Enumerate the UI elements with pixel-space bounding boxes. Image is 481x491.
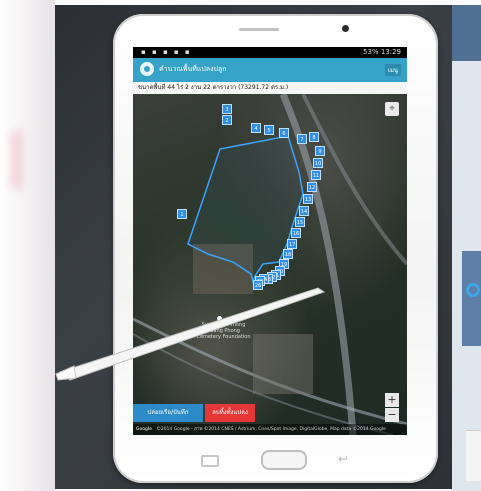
- vertex-marker[interactable]: 3: [222, 104, 232, 114]
- vertex-marker[interactable]: 13: [303, 194, 313, 204]
- menu-key-icon[interactable]: [201, 455, 219, 467]
- zoom-in-button[interactable]: +: [385, 393, 399, 407]
- clock: 13:29: [380, 48, 401, 56]
- attribution-text: ©2014 Google - ภาพ ©2014 CNES / Astrium,…: [156, 427, 386, 432]
- status-bar: ▪ ▪ ▪ ▪ ▪ 53% 13:29: [133, 47, 407, 58]
- my-location-button[interactable]: ⌖: [385, 102, 399, 116]
- right-image-header: [452, 5, 481, 61]
- home-button[interactable]: [261, 450, 307, 470]
- app-logo-icon[interactable]: [140, 62, 154, 76]
- vertex-marker[interactable]: 18: [283, 249, 293, 259]
- vertex-marker[interactable]: 5: [264, 125, 274, 135]
- battery-level: 53%: [363, 48, 379, 56]
- right-image-block: [462, 251, 481, 346]
- vertex-marker[interactable]: 16: [291, 228, 301, 238]
- right-adjacent-image: [452, 5, 481, 491]
- back-key-icon[interactable]: ↩: [338, 452, 348, 466]
- speaker-grille: [239, 28, 279, 31]
- vertex-marker[interactable]: 6: [279, 128, 289, 138]
- place-pin-icon[interactable]: [217, 316, 222, 321]
- area-info: ขนาดพื้นที่ 44 ไร่ 2 งาน 22 ตารางวา (732…: [133, 82, 407, 94]
- vertex-marker[interactable]: 8: [309, 132, 319, 142]
- place-label: Sung Thae Thong Ruang Phong Cemetery Fou…: [196, 322, 251, 340]
- vertex-marker[interactable]: 1: [177, 209, 187, 219]
- map-overlay: [133, 94, 407, 435]
- vertex-marker[interactable]: 9: [315, 146, 325, 156]
- delete-plot-button[interactable]: ลบทิ้งทั้งแปลง: [205, 404, 255, 422]
- app-menu-button[interactable]: เมนู: [384, 64, 401, 76]
- vertex-marker[interactable]: 4: [251, 123, 261, 133]
- left-background: [0, 0, 55, 491]
- vertex-marker[interactable]: 7: [297, 134, 307, 144]
- right-image-circle-icon: [466, 283, 480, 297]
- app-bar: คำนวณพื้นที่แปลงปลูก เมนู: [133, 58, 407, 82]
- vertex-marker[interactable]: 2: [222, 115, 232, 125]
- zoom-out-button[interactable]: −: [385, 408, 399, 422]
- satellite-map[interactable]: Sung Thae Thong Ruang Phong Cemetery Fou…: [133, 94, 407, 435]
- vertex-marker[interactable]: 11: [311, 170, 321, 180]
- right-image-card: [466, 430, 481, 481]
- notification-icons: ▪ ▪ ▪ ▪ ▪: [141, 48, 192, 56]
- google-logo: Google: [136, 427, 152, 432]
- status-right: 53% 13:29: [363, 48, 401, 56]
- camera-icon: [342, 25, 349, 32]
- vertex-marker[interactable]: 26: [253, 280, 263, 290]
- vertex-marker[interactable]: 12: [307, 182, 317, 192]
- vertex-marker[interactable]: 17: [287, 239, 297, 249]
- vertex-marker[interactable]: 15: [295, 217, 305, 227]
- app-title: คำนวณพื้นที่แปลงปลูก: [159, 65, 227, 73]
- tablet-screen: ▪ ▪ ▪ ▪ ▪ 53% 13:29 คำนวณพื้นที่แปลงปลูก…: [133, 47, 407, 435]
- share-save-button[interactable]: ปล่อยเรือ/บันทึก: [133, 404, 203, 422]
- vertex-marker[interactable]: 10: [313, 158, 323, 168]
- vertex-marker[interactable]: 14: [299, 206, 309, 216]
- map-attribution: Google ©2014 Google - ภาพ ©2014 CNES / A…: [133, 424, 407, 435]
